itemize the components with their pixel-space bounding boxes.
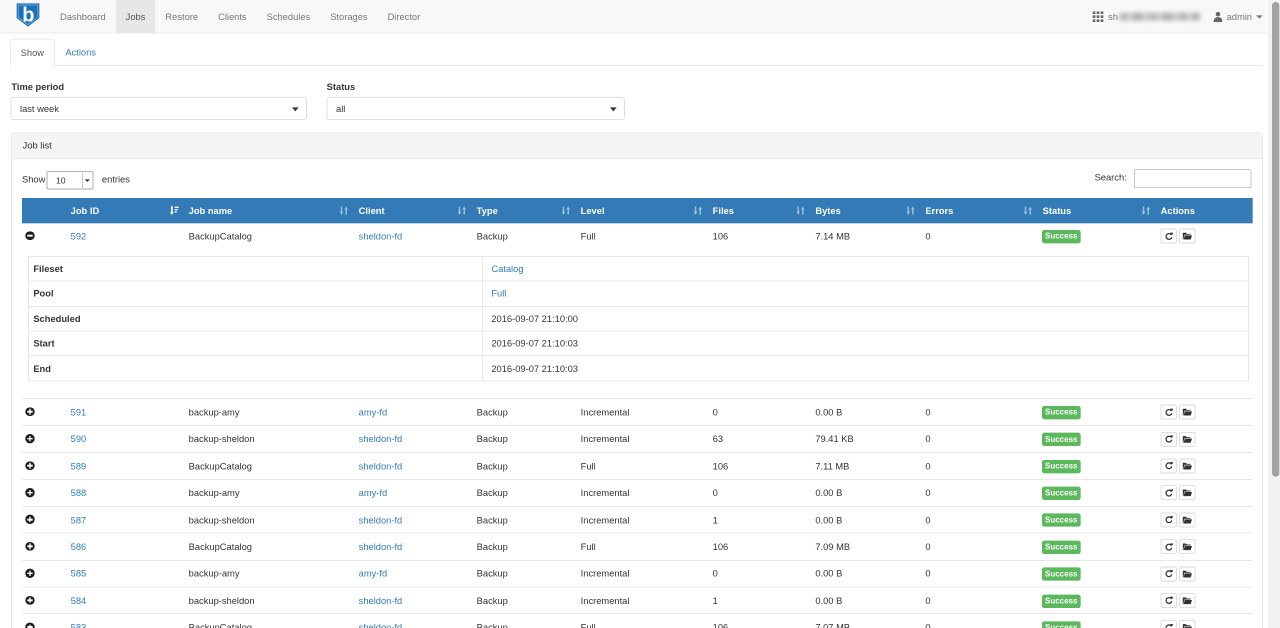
svg-text:b: b <box>22 4 34 26</box>
